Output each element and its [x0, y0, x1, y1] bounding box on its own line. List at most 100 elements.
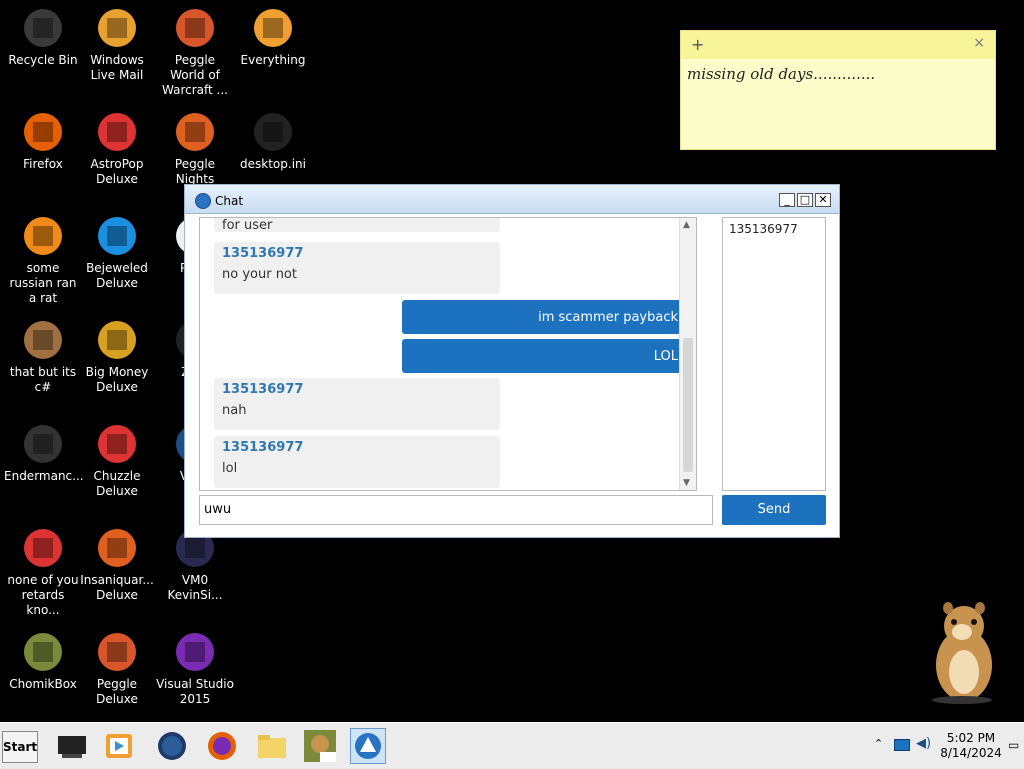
scrollbar[interactable]: ▲ ▼: [679, 218, 696, 490]
desktop-icon[interactable]: that but its c#: [4, 312, 82, 395]
received-message: 135136977 nah: [214, 378, 500, 430]
send-button[interactable]: Send: [722, 495, 826, 525]
sticky-note[interactable]: + × missing old days.............: [680, 30, 996, 150]
taskbar-firefox-icon[interactable]: [204, 728, 240, 764]
chat-window: Chat _ □ ✕ for user 135136977 no your not i…: [184, 184, 840, 538]
desktop-icon-label: VM0 KevinSi...: [167, 573, 223, 602]
desktop-icon[interactable]: Chuzzle Deluxe: [78, 416, 156, 499]
desktop-app-icon: [93, 214, 141, 258]
desktop-app-icon: [19, 630, 67, 674]
message-author: 135136977: [222, 382, 304, 397]
desktop-icon[interactable]: Insaniquar... Deluxe: [78, 520, 156, 603]
desktop-icon[interactable]: Endermanc...: [4, 416, 84, 484]
desktop-app-icon: [19, 6, 67, 50]
system-clock[interactable]: 5:02 PM 8/14/2024: [938, 731, 1004, 761]
message-text: no your not: [222, 267, 297, 282]
tray-chevron-icon[interactable]: ⌃: [874, 737, 883, 750]
desktop-icon[interactable]: Recycle Bin: [4, 0, 82, 68]
desktop-icon-label: Endermanc...: [4, 469, 84, 483]
desktop-icon[interactable]: Peggle World of Warcraft ...: [156, 0, 234, 98]
message-list[interactable]: for user 135136977 no your not im scammer p…: [199, 217, 697, 491]
taskbar-media-player-icon[interactable]: [102, 728, 138, 764]
scroll-up-icon[interactable]: ▲: [683, 220, 690, 230]
desktop-app-icon: [93, 526, 141, 570]
chat-title-bar[interactable]: Chat _ □ ✕: [185, 185, 839, 214]
minimize-button[interactable]: _: [779, 193, 795, 207]
desktop-icon-label: that but its c#: [9, 365, 77, 394]
message-input[interactable]: uwu: [199, 495, 713, 525]
received-message: 135136977 lol: [214, 436, 500, 488]
desktop-icon-label: ChomikBox: [9, 677, 77, 691]
taskbar: Start ⌃ ◀) 5:02 PM 8/14/2024 ▭: [0, 722, 1024, 769]
desktop-icon[interactable]: Everything: [234, 0, 312, 68]
desktop-icon-label: Firefox: [23, 157, 63, 171]
desktop-icon[interactable]: ChomikBox: [4, 624, 82, 692]
desktop-icon-label: Bejeweled Deluxe: [86, 261, 148, 290]
clock-date: 8/14/2024: [940, 746, 1002, 760]
app-icon: [195, 193, 211, 209]
close-button[interactable]: ✕: [815, 193, 831, 207]
desktop-icon-label: Windows Live Mail: [90, 53, 144, 82]
desktop-icon-label: Visual Studio 2015: [156, 677, 234, 706]
add-note-button[interactable]: +: [691, 35, 704, 54]
message-text: nah: [222, 403, 247, 418]
message-text: for user: [222, 218, 273, 233]
taskbar-computer-icon[interactable]: [54, 728, 90, 764]
desktop-icon-label: some russian ran a rat: [9, 261, 77, 305]
desktop-icon[interactable]: Windows Live Mail: [78, 0, 156, 83]
desktop-icon[interactable]: desktop.ini: [234, 104, 312, 172]
sent-message: im scammer payback: [402, 300, 694, 334]
hamster-pet-icon[interactable]: [918, 600, 1008, 705]
desktop-icon[interactable]: Firefox: [4, 104, 82, 172]
desktop-icon[interactable]: Peggle Deluxe: [78, 624, 156, 707]
tray-network-icon[interactable]: [894, 739, 910, 751]
user-list[interactable]: 135136977: [722, 217, 826, 491]
taskbar-chomikbox-icon[interactable]: [302, 728, 338, 764]
desktop-icon-label: Chuzzle Deluxe: [93, 469, 141, 498]
received-message: 135136977 no your not: [214, 242, 500, 294]
desktop-app-icon: [249, 6, 297, 50]
desktop-app-icon: [171, 630, 219, 674]
desktop-icon-label: Peggle Deluxe: [96, 677, 138, 706]
desktop-app-icon: [93, 422, 141, 466]
desktop-icon[interactable]: AstroPop Deluxe: [78, 104, 156, 187]
sent-message: LOL: [402, 339, 694, 373]
desktop-icon-label: none of you retards kno...: [7, 573, 79, 617]
close-note-button[interactable]: ×: [973, 35, 985, 51]
taskbar-folder-icon[interactable]: [254, 728, 290, 764]
message-text: lol: [222, 461, 238, 476]
desktop-icon[interactable]: none of you retards kno...: [4, 520, 82, 618]
sticky-note-toolbar: + ×: [681, 31, 995, 59]
user-list-item[interactable]: 135136977: [729, 222, 819, 236]
scrollbar-thumb[interactable]: [683, 338, 693, 472]
scroll-down-icon[interactable]: ▼: [683, 478, 690, 488]
window-title: Chat: [215, 194, 244, 208]
message-author: 135136977: [222, 246, 304, 261]
desktop-icon[interactable]: Bejeweled Deluxe: [78, 208, 156, 291]
desktop-app-icon: [93, 6, 141, 50]
desktop-app-icon: [19, 318, 67, 362]
desktop-icon[interactable]: Peggle Nights: [156, 104, 234, 187]
taskbar-chat-icon[interactable]: [350, 728, 386, 764]
desktop-app-icon: [93, 630, 141, 674]
desktop-icon-label: AstroPop Deluxe: [90, 157, 144, 186]
maximize-button[interactable]: □: [797, 193, 813, 207]
desktop-icon-label: Peggle Nights: [174, 157, 216, 186]
desktop-app-icon: [93, 110, 141, 154]
notification-icon[interactable]: ▭: [1008, 738, 1019, 752]
desktop-icon[interactable]: some russian ran a rat: [4, 208, 82, 306]
desktop-app-icon: [249, 110, 297, 154]
desktop-app-icon: [19, 422, 67, 466]
desktop-app-icon: [171, 6, 219, 50]
desktop-icon-label: Big Money Deluxe: [85, 365, 149, 394]
tray-volume-icon[interactable]: ◀): [916, 736, 931, 751]
sticky-note-text[interactable]: missing old days.............: [681, 59, 995, 89]
desktop-icon-label: Everything: [240, 53, 306, 67]
desktop-app-icon: [19, 110, 67, 154]
desktop-icon[interactable]: Visual Studio 2015: [156, 624, 234, 707]
start-button[interactable]: Start: [2, 731, 38, 763]
desktop-icon[interactable]: Big Money Deluxe: [78, 312, 156, 395]
desktop-app-icon: [171, 110, 219, 154]
desktop-app-icon: [93, 318, 141, 362]
taskbar-globe-icon[interactable]: [154, 728, 190, 764]
